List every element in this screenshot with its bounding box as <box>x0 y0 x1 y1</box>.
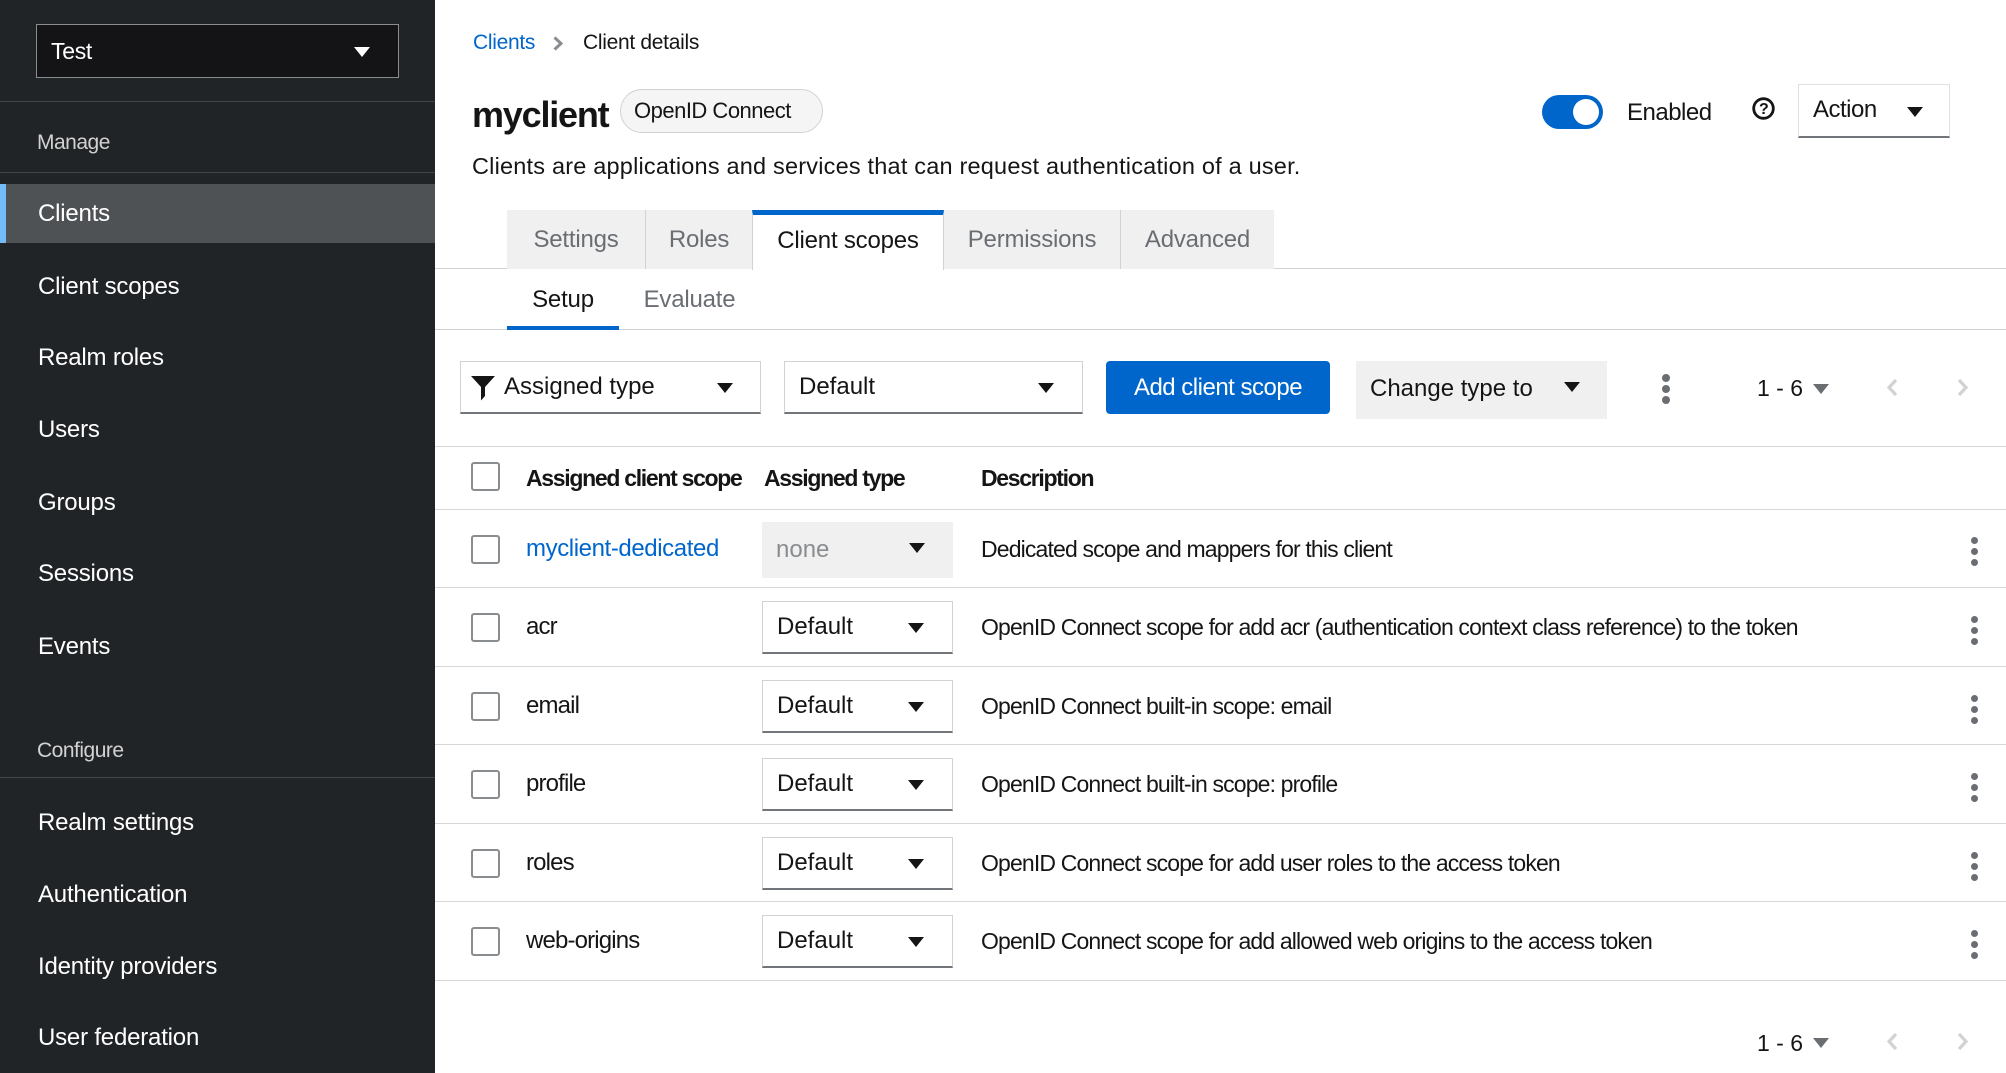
svg-text:?: ? <box>1759 101 1768 118</box>
